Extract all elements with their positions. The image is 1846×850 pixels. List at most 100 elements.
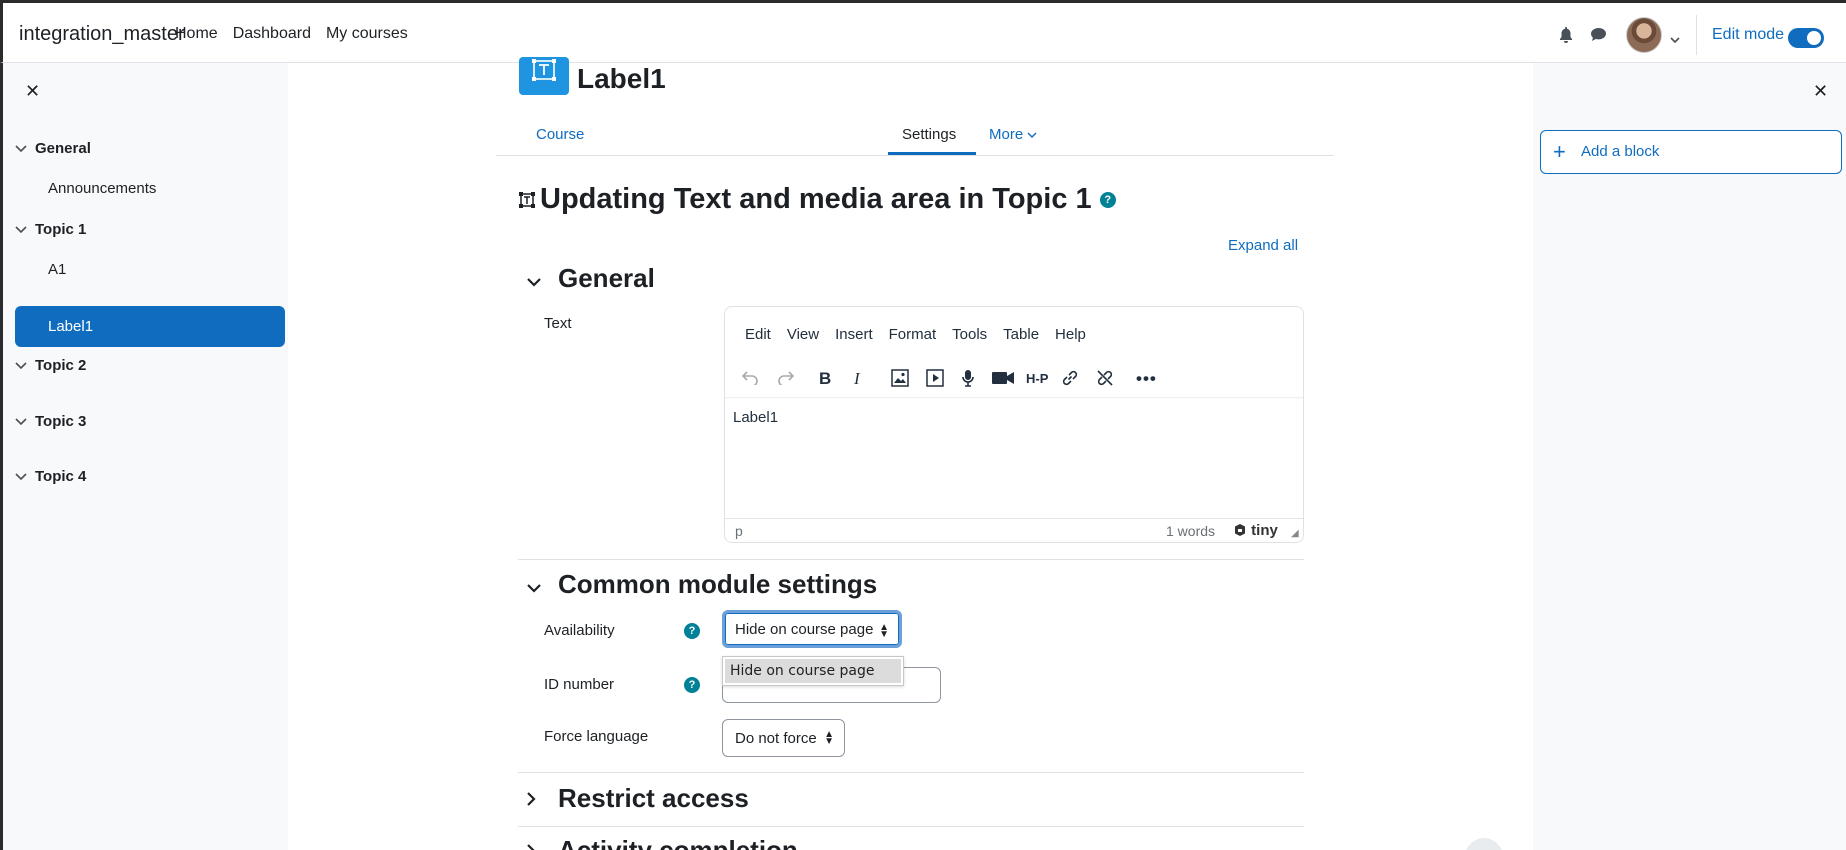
menu-tools[interactable]: Tools (952, 326, 987, 343)
page-title: Updating Text and media area in Topic 1 … (518, 183, 1116, 216)
menu-format[interactable]: Format (889, 326, 937, 343)
label-icon (519, 192, 535, 209)
text-field-label: Text (544, 315, 572, 332)
menu-insert[interactable]: Insert (835, 326, 873, 343)
chevron-down-icon[interactable] (518, 577, 558, 598)
course-item-a1[interactable]: A1 (48, 261, 66, 278)
menu-help[interactable]: Help (1055, 326, 1086, 343)
help-icon[interactable]: ? (684, 623, 700, 639)
media-icon[interactable] (926, 369, 944, 392)
chevron-right-icon[interactable] (518, 791, 558, 812)
chevron-down-icon[interactable] (15, 357, 35, 374)
section-title: Topic 1 (35, 221, 87, 238)
add-block-label: Add a block (1581, 143, 1660, 160)
bold-icon[interactable]: B (819, 369, 831, 389)
chevron-down-icon (1027, 132, 1037, 138)
menu-view[interactable]: View (787, 326, 819, 343)
activity-title: Label1 (577, 63, 666, 94)
select-arrows-icon: ▲ ▼ (879, 622, 889, 640)
rich-text-editor[interactable]: Edit View Insert Format Tools Table Help… (724, 306, 1304, 543)
italic-icon[interactable]: I (854, 369, 860, 389)
active-tab-underline (888, 152, 976, 155)
section-divider (518, 559, 1304, 560)
chevron-down-icon[interactable] (15, 413, 35, 430)
section-restrict-access-header[interactable]: Restrict access (518, 783, 749, 814)
editor-content-area[interactable]: Label1 (733, 409, 778, 426)
course-item-announcements[interactable]: Announcements (48, 180, 156, 197)
help-icon[interactable]: ? (1099, 192, 1116, 209)
chevron-down-icon[interactable] (15, 221, 35, 238)
editor-statusbar: p 1 words tiny ◢ (725, 518, 1303, 542)
tiny-logo[interactable]: tiny (1233, 522, 1278, 539)
edit-mode-label: Edit mode (1712, 26, 1785, 43)
course-section-general[interactable]: General (15, 140, 91, 157)
id-number-label: ID number (544, 676, 615, 693)
microphone-icon[interactable] (961, 369, 975, 392)
section-restrict-access-title: Restrict access (558, 783, 749, 813)
expand-all-link[interactable]: Expand all (1228, 237, 1298, 254)
add-block-button[interactable]: + Add a block (1540, 130, 1842, 174)
tab-more[interactable]: More (989, 126, 1037, 143)
dropdown-option-hide[interactable]: Hide on course page (725, 659, 901, 683)
h5p-icon[interactable]: H-P (1026, 371, 1048, 386)
course-item-label1-active[interactable]: Label1 (15, 306, 285, 347)
chevron-down-icon[interactable] (15, 140, 35, 157)
availability-selected-value: Hide on course page (735, 621, 874, 638)
more-options-icon[interactable]: ••• (1136, 369, 1157, 389)
force-language-select[interactable]: Do not force ▲ ▼ (722, 719, 845, 757)
select-arrows-icon: ▲ ▼ (824, 729, 834, 747)
section-title: Topic 4 (35, 468, 87, 485)
resize-grip-icon[interactable]: ◢ (1291, 528, 1299, 539)
navbar: integration_master Home Dashboard My cou… (0, 0, 1846, 63)
course-section-topic-3[interactable]: Topic 3 (15, 413, 86, 430)
section-common-module-header[interactable]: Common module settings (518, 569, 877, 600)
course-section-topic-2[interactable]: Topic 2 (15, 357, 86, 374)
word-count[interactable]: 1 words (1166, 523, 1215, 539)
course-section-topic-4[interactable]: Topic 4 (15, 468, 86, 485)
element-path[interactable]: p (735, 523, 743, 539)
availability-label: Availability (544, 622, 615, 639)
section-common-module-title: Common module settings (558, 569, 878, 599)
chevron-down-icon[interactable] (1670, 31, 1680, 48)
help-icon[interactable]: ? (684, 677, 700, 693)
messages-chat-icon[interactable] (1590, 27, 1607, 46)
site-brand[interactable]: integration_master (19, 23, 185, 46)
chevron-down-icon[interactable] (15, 468, 35, 485)
notifications-bell-icon[interactable] (1559, 27, 1573, 47)
course-index-drawer: ✕ General Announcements Topic 1 A1 Label… (0, 63, 288, 850)
close-icon[interactable]: ✕ (1813, 81, 1828, 102)
unlink-icon[interactable] (1096, 369, 1114, 392)
availability-dropdown-list: Hide on course page (722, 656, 904, 686)
nav-home-link[interactable]: Home (175, 25, 218, 43)
tiny-logo-icon (1235, 524, 1245, 536)
tab-course[interactable]: Course (536, 126, 584, 143)
redo-icon[interactable] (777, 369, 795, 390)
label-activity-icon (519, 57, 569, 95)
close-icon[interactable]: ✕ (25, 81, 40, 102)
user-avatar[interactable] (1626, 17, 1662, 53)
section-title: Topic 3 (35, 413, 87, 430)
secondary-navigation: Course Settings More (496, 113, 1334, 156)
section-activity-completion-header[interactable]: Activity completion (518, 835, 798, 850)
undo-icon[interactable] (741, 369, 759, 390)
menu-edit[interactable]: Edit (745, 326, 771, 343)
section-general-header[interactable]: General (518, 263, 655, 294)
edit-mode-toggle[interactable] (1788, 28, 1824, 48)
chevron-down-icon[interactable] (518, 271, 558, 292)
nav-dashboard-link[interactable]: Dashboard (233, 25, 311, 43)
menu-table[interactable]: Table (1003, 326, 1039, 343)
nav-my-courses-link[interactable]: My courses (326, 25, 408, 43)
availability-select[interactable]: Hide on course page ▲ ▼ (722, 610, 902, 648)
link-icon[interactable] (1061, 369, 1079, 392)
section-title: Topic 2 (35, 357, 87, 374)
chevron-right-icon[interactable] (518, 843, 558, 850)
image-icon[interactable] (891, 369, 909, 392)
toolbar-shadow (725, 397, 1303, 399)
section-general-title: General (558, 263, 655, 293)
section-divider (518, 826, 1304, 827)
video-camera-icon[interactable] (991, 369, 1015, 392)
section-divider (518, 772, 1304, 773)
course-section-topic-1[interactable]: Topic 1 (15, 221, 86, 238)
plus-icon: + (1553, 139, 1566, 164)
tab-settings[interactable]: Settings (902, 126, 956, 143)
